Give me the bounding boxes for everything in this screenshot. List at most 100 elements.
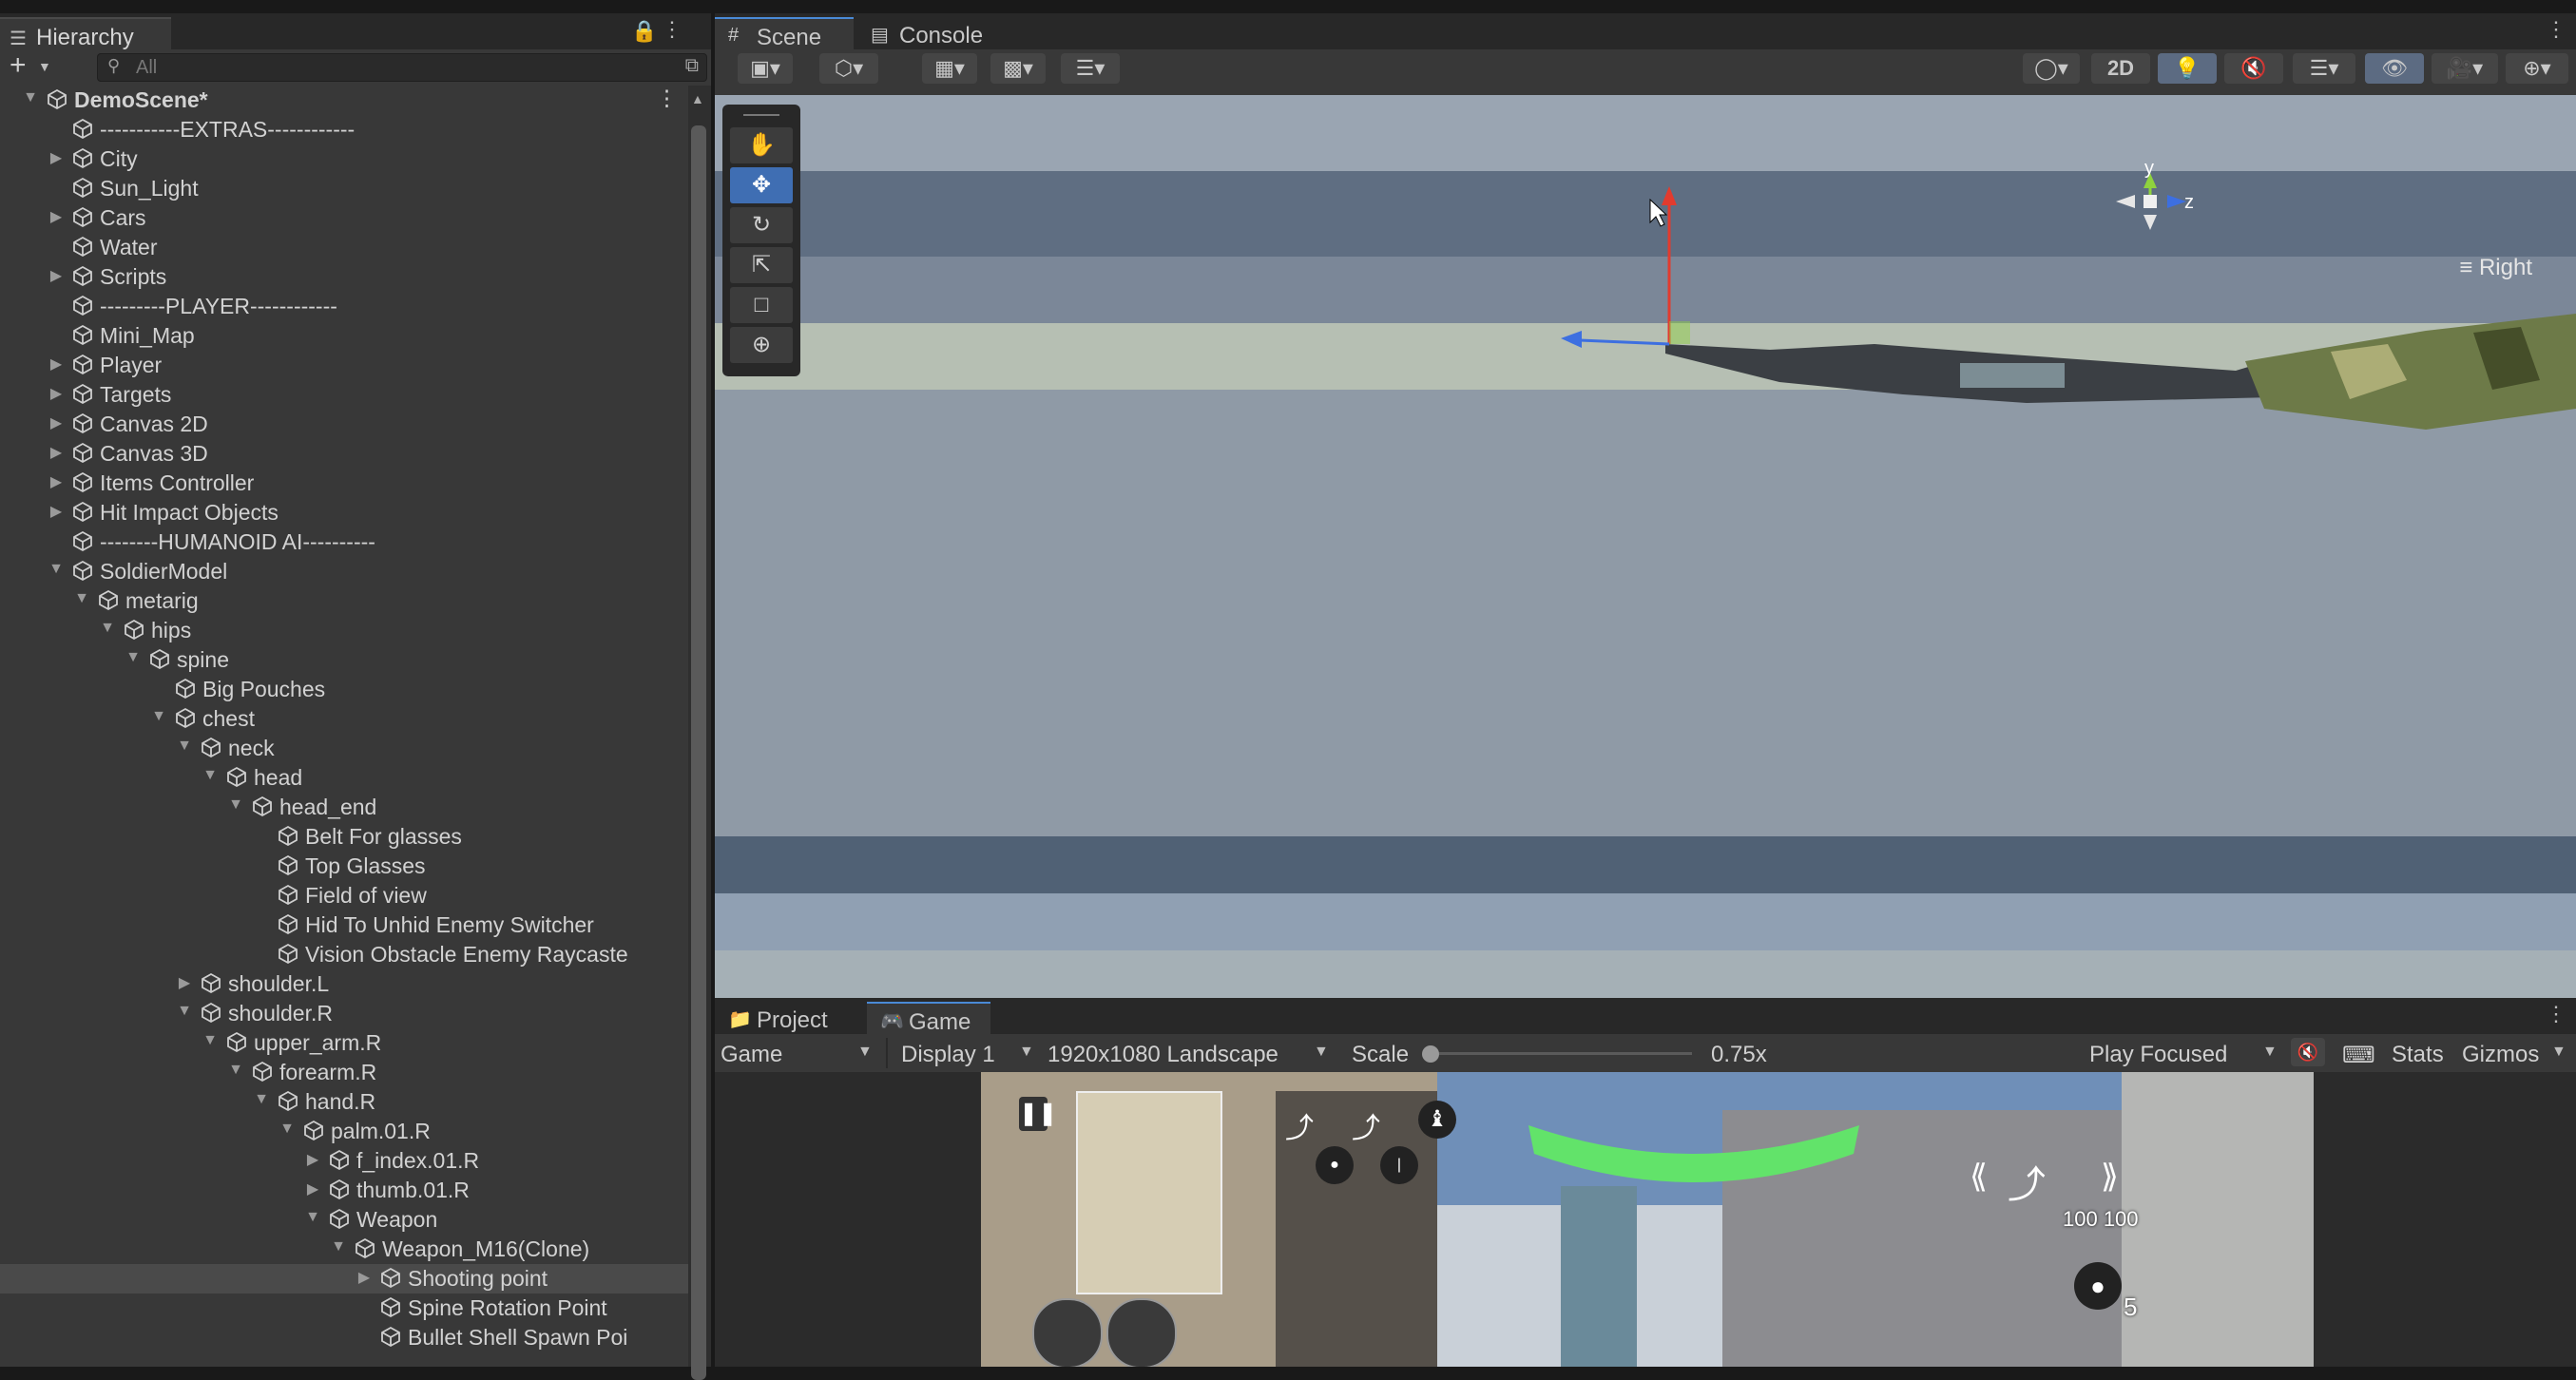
grenade-slot-icon[interactable]: ●	[1316, 1146, 1354, 1184]
hierarchy-row[interactable]: ▼ Weapon	[0, 1205, 688, 1235]
hierarchy-row[interactable]: ▶ Scripts	[0, 262, 688, 292]
search-filter-icon[interactable]: ⧉	[685, 55, 699, 77]
mute-audio-icon[interactable]: 🔇	[2291, 1038, 2325, 1066]
rotate-tool-icon[interactable]: ↻	[730, 207, 793, 243]
hierarchy-row[interactable]: ▼ hand.R	[0, 1087, 688, 1117]
expand-toggle-icon[interactable]: ▼	[72, 590, 91, 607]
weapon-prev-icon[interactable]: ⟪	[1970, 1158, 1988, 1196]
scene-viewport[interactable]: y z ≡ Right ✋ ✥ ↻ ⇱ □ ⊕	[715, 95, 2576, 998]
display-select[interactable]: Display 1	[901, 1042, 995, 1068]
hierarchy-row[interactable]: ▶ City	[0, 144, 688, 174]
scale-tool-icon[interactable]: ⇱	[730, 247, 793, 283]
camera-dropdown[interactable]: 🎥▾	[2432, 53, 2498, 84]
hierarchy-row[interactable]: ▼ SoldierModel	[0, 557, 688, 586]
hierarchy-row[interactable]: ▼ head	[0, 763, 688, 793]
toggle-2d-button[interactable]: 2D	[2091, 53, 2150, 84]
play-mode-select[interactable]: Play Focused	[2089, 1042, 2227, 1068]
game-view[interactable]: ❚❚ ⤴ ⤴ ♝ ● | ⟪ ⤴ ⟫ 100 100 ● 5	[981, 1072, 2314, 1367]
draw-mode-dropdown[interactable]: ▣▾	[738, 53, 793, 84]
hierarchy-row[interactable]: Sun_Light	[0, 174, 688, 203]
more-options-icon[interactable]: ⋮	[2546, 17, 2566, 42]
hierarchy-row[interactable]: Water	[0, 233, 688, 262]
more-options-icon[interactable]: ⋮	[662, 17, 682, 42]
tab-console[interactable]: ▤ Console	[857, 17, 1009, 49]
hierarchy-scrollbar-thumb[interactable]	[691, 125, 706, 1380]
hierarchy-row[interactable]: ▶ Hit Impact Objects	[0, 498, 688, 527]
hierarchy-row[interactable]: ▼ chest	[0, 704, 688, 734]
tab-game[interactable]: 🎮 Game	[867, 1002, 990, 1036]
pause-button[interactable]: ❚❚	[1019, 1097, 1057, 1131]
expand-toggle-icon[interactable]: ▼	[329, 1238, 348, 1255]
hierarchy-row[interactable]: Top Glasses	[0, 852, 688, 881]
hierarchy-row[interactable]: Bullet Shell Spawn Poi	[0, 1323, 688, 1352]
hierarchy-row[interactable]: ▶ thumb.01.R	[0, 1176, 688, 1205]
move-tool-icon[interactable]: ✥	[730, 167, 793, 203]
stats-button[interactable]: Stats	[2392, 1042, 2444, 1068]
hierarchy-row[interactable]: ▶ f_index.01.R	[0, 1146, 688, 1176]
expand-toggle-icon[interactable]: ▼	[278, 1121, 297, 1138]
expand-toggle-icon[interactable]: ▶	[47, 384, 66, 403]
expand-toggle-icon[interactable]: ▼	[303, 1209, 322, 1226]
expand-toggle-icon[interactable]: ▶	[47, 207, 66, 226]
weapon-model[interactable]	[715, 95, 2576, 998]
scroll-up-icon[interactable]: ▲	[691, 91, 704, 106]
audio-toggle-icon[interactable]: 🔇	[2224, 53, 2283, 84]
orientation-center-cube[interactable]	[2143, 195, 2157, 208]
expand-toggle-icon[interactable]: ▶	[303, 1150, 322, 1169]
expand-toggle-icon[interactable]: ▼	[149, 708, 168, 725]
expand-toggle-icon[interactable]: ▶	[47, 355, 66, 374]
hierarchy-row[interactable]: ▶ shoulder.L	[0, 969, 688, 999]
orientation-neg-z-arrow[interactable]	[2116, 195, 2135, 208]
hierarchy-row[interactable]: ▶ Shooting point	[0, 1264, 688, 1294]
expand-toggle-icon[interactable]: ▶	[47, 413, 66, 432]
hierarchy-row[interactable]: Hid To Unhid Enemy Switcher	[0, 910, 688, 940]
chevron-down-icon[interactable]: ▼	[2551, 1044, 2566, 1061]
grid-visibility-dropdown[interactable]: ▩▾	[990, 53, 1046, 84]
knife-slot-icon[interactable]: |	[1380, 1146, 1418, 1184]
chevron-down-icon[interactable]: ▼	[2262, 1044, 2278, 1061]
drag-handle[interactable]	[743, 114, 779, 116]
hierarchy-row[interactable]: ▶ Cars	[0, 203, 688, 233]
gizmos-button[interactable]: Gizmos	[2462, 1042, 2539, 1068]
lighting-toggle-icon[interactable]: 💡	[2158, 53, 2217, 84]
view-select[interactable]: Game	[721, 1042, 782, 1068]
hierarchy-row[interactable]: ---------PLAYER------------	[0, 292, 688, 321]
hierarchy-row[interactable]: ▶ Canvas 3D	[0, 439, 688, 469]
hierarchy-row[interactable]: ▼ head_end	[0, 793, 688, 822]
hand-tool-icon[interactable]: ✋	[730, 127, 793, 163]
expand-toggle-icon[interactable]: ▶	[47, 148, 66, 167]
hierarchy-row[interactable]: Mini_Map	[0, 321, 688, 351]
aim-button[interactable]	[1106, 1298, 1177, 1367]
gizmo-plane-handle[interactable]	[1669, 321, 1690, 344]
expand-toggle-icon[interactable]: ▼	[175, 1003, 194, 1020]
tab-project[interactable]: 📁 Project	[715, 1002, 863, 1034]
hierarchy-row[interactable]: ▶ Targets	[0, 380, 688, 410]
grenade-button[interactable]: ●	[2074, 1262, 2122, 1310]
tab-scene[interactable]: # Scene	[715, 17, 854, 51]
hierarchy-row[interactable]: ▶ Items Controller	[0, 469, 688, 498]
orientation-neg-y-arrow[interactable]	[2143, 215, 2157, 230]
hierarchy-row[interactable]: ▼ forearm.R	[0, 1058, 688, 1087]
shading-mode-dropdown[interactable]: ⬡▾	[819, 53, 878, 84]
expand-toggle-icon[interactable]: ▼	[124, 649, 143, 666]
expand-toggle-icon[interactable]: ▶	[47, 266, 66, 285]
expand-toggle-icon[interactable]: ▶	[175, 973, 194, 992]
expand-toggle-icon[interactable]: ▼	[226, 1062, 245, 1079]
hierarchy-row[interactable]: ▼ hips	[0, 616, 688, 645]
more-options-icon[interactable]: ⋮	[2546, 1002, 2566, 1026]
expand-toggle-icon[interactable]: ▶	[47, 502, 66, 521]
expand-toggle-icon[interactable]: ▼	[98, 620, 117, 637]
gizmos-dropdown[interactable]: ⊕▾	[2506, 53, 2568, 84]
hierarchy-row[interactable]: ▼ Weapon_M16(Clone)	[0, 1235, 688, 1264]
expand-toggle-icon[interactable]: ▶	[303, 1179, 322, 1198]
hierarchy-row[interactable]: ▶ Player	[0, 351, 688, 380]
hierarchy-row[interactable]: ▼ neck	[0, 734, 688, 763]
hierarchy-row[interactable]: Vision Obstacle Enemy Raycaste	[0, 940, 688, 969]
gizmo-z-arrow[interactable]	[1561, 331, 1582, 348]
transform-tool-icon[interactable]: ⊕	[730, 327, 793, 363]
hierarchy-row[interactable]: Belt For glasses	[0, 822, 688, 852]
chevron-down-icon[interactable]: ▼	[1314, 1044, 1329, 1061]
scale-slider-thumb[interactable]	[1422, 1045, 1439, 1063]
tab-hierarchy[interactable]: ☰ Hierarchy	[0, 17, 171, 51]
hierarchy-row[interactable]: ▼ upper_arm.R	[0, 1028, 688, 1058]
